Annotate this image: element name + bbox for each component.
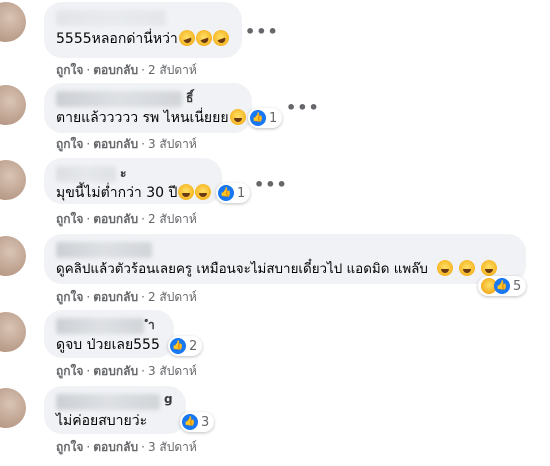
like-reaction-icon: 👍 (218, 185, 234, 201)
author-name[interactable]: ะ (120, 164, 126, 183)
like-reaction-icon: 👍 (494, 278, 510, 294)
avatar[interactable] (0, 388, 26, 428)
reply-link[interactable]: ตอบกลับ (93, 438, 138, 457)
comment-actions: ถูกใจ · ตอบกลับ · 2 สัปดาห์ (56, 61, 197, 80)
timestamp[interactable]: 3 สัปดาห์ (148, 362, 197, 381)
like-link[interactable]: ถูกใจ (56, 135, 83, 154)
reply-link[interactable]: ตอบกลับ (93, 210, 138, 229)
more-options-icon[interactable]: ••• (286, 98, 320, 117)
like-link[interactable]: ถูกใจ (56, 210, 83, 229)
comment-bubble: ธิ์ ตายแล้ววววว รพ ไหนเนี่ยยย (44, 83, 252, 133)
comment-actions: ถูกใจ · ตอบกลับ · 3 สัปดาห์ (56, 438, 197, 457)
timestamp[interactable]: 2 สัปดาห์ (148, 288, 197, 307)
author-name-redacted[interactable] (56, 91, 182, 107)
author-name-redacted[interactable] (56, 394, 160, 410)
comment-actions: ถูกใจ · ตอบกลับ · 2 สัปดาห์ (56, 288, 197, 307)
blush-emoji-icon (436, 260, 453, 276)
comment-bubble: ะ มุขนี้ไม่ต่ำกว่า 30 ปี (44, 158, 222, 204)
comment-text: มุขนี้ไม่ต่ำกว่า 30 ปี (56, 185, 178, 201)
comment-text: ดูจบ ป่วยเลย555 (56, 337, 160, 353)
more-options-icon[interactable]: ••• (245, 22, 279, 41)
timestamp[interactable]: 2 สัปดาห์ (148, 61, 197, 80)
more-options-icon[interactable]: ••• (254, 175, 288, 194)
rofl-emoji-icon (210, 27, 232, 49)
reaction-summary[interactable]: 👍 5 (478, 276, 527, 296)
comment-bubble: ำ ดูจบ ป่วยเลย555 (44, 310, 174, 358)
timestamp[interactable]: 3 สัปดาห์ (148, 438, 197, 457)
reaction-count: 5 (513, 278, 522, 294)
rofl-emoji-icon (176, 27, 198, 49)
reaction-summary[interactable]: 👍 3 (180, 412, 215, 432)
reaction-summary[interactable]: 👍 1 (216, 183, 251, 203)
comment-actions: ถูกใจ · ตอบกลับ · 3 สัปดาห์ (56, 362, 197, 381)
comment-text: ไม่ค่อยสบายว่ะ (56, 413, 148, 429)
blush-emoji-icon (480, 260, 497, 276)
reaction-count: 1 (269, 110, 278, 126)
like-reaction-icon: 👍 (170, 338, 186, 354)
comment-actions: ถูกใจ · ตอบกลับ · 3 สัปดาห์ (56, 135, 197, 154)
like-reaction-icon: 👍 (182, 414, 198, 430)
like-reaction-icon: 👍 (250, 110, 266, 126)
blush-emoji-icon (458, 260, 475, 276)
avatar[interactable] (0, 2, 26, 42)
author-name-redacted[interactable] (56, 166, 116, 182)
comment-bubble: ดูคลิปแล้วตัวร้อนเลยครู เหมือนจะไม่สบายเ… (44, 234, 526, 284)
comment-bubble: g ไม่ค่อยสบายว่ะ (44, 386, 186, 434)
rofl-emoji-icon (193, 27, 215, 49)
timestamp[interactable]: 2 สัปดาห์ (148, 210, 197, 229)
like-link[interactable]: ถูกใจ (56, 61, 83, 80)
author-name-redacted[interactable] (56, 318, 144, 334)
joy-emoji-icon (178, 184, 195, 200)
avatar[interactable] (0, 236, 26, 276)
avatar[interactable] (0, 312, 26, 352)
like-link[interactable]: ถูกใจ (56, 438, 83, 457)
avatar[interactable] (0, 160, 26, 200)
comment-text: ตายแล้ววววว รพ ไหนเนี่ยยย (56, 110, 229, 126)
reaction-count: 3 (201, 414, 210, 430)
reaction-count: 1 (237, 185, 246, 201)
joy-emoji-icon (195, 184, 212, 200)
comment-actions: ถูกใจ · ตอบกลับ · 2 สัปดาห์ (56, 210, 197, 229)
author-name-redacted[interactable] (56, 10, 166, 26)
comment-text: ดูคลิปแล้วตัวร้อนเลยครู เหมือนจะไม่สบายเ… (56, 262, 428, 277)
reaction-summary[interactable]: 👍 2 (168, 336, 203, 356)
smile-emoji-icon (229, 109, 246, 125)
reply-link[interactable]: ตอบกลับ (93, 135, 138, 154)
reaction-summary[interactable]: 👍 1 (248, 108, 283, 128)
timestamp[interactable]: 3 สัปดาห์ (148, 135, 197, 154)
reply-link[interactable]: ตอบกลับ (93, 288, 138, 307)
author-name[interactable]: ธิ์ (186, 89, 193, 108)
comment-text: 5555หลอกด่านี่หว่า (56, 31, 178, 47)
comment-bubble: 5555หลอกด่านี่หว่า (44, 2, 242, 58)
like-link[interactable]: ถูกใจ (56, 288, 83, 307)
reply-link[interactable]: ตอบกลับ (93, 362, 138, 381)
author-name[interactable]: g (164, 392, 173, 406)
avatar[interactable] (0, 85, 26, 125)
author-name[interactable]: ำ (148, 316, 155, 335)
reply-link[interactable]: ตอบกลับ (93, 61, 138, 80)
reaction-count: 2 (189, 338, 198, 354)
author-name-redacted[interactable] (56, 242, 152, 258)
like-link[interactable]: ถูกใจ (56, 362, 83, 381)
